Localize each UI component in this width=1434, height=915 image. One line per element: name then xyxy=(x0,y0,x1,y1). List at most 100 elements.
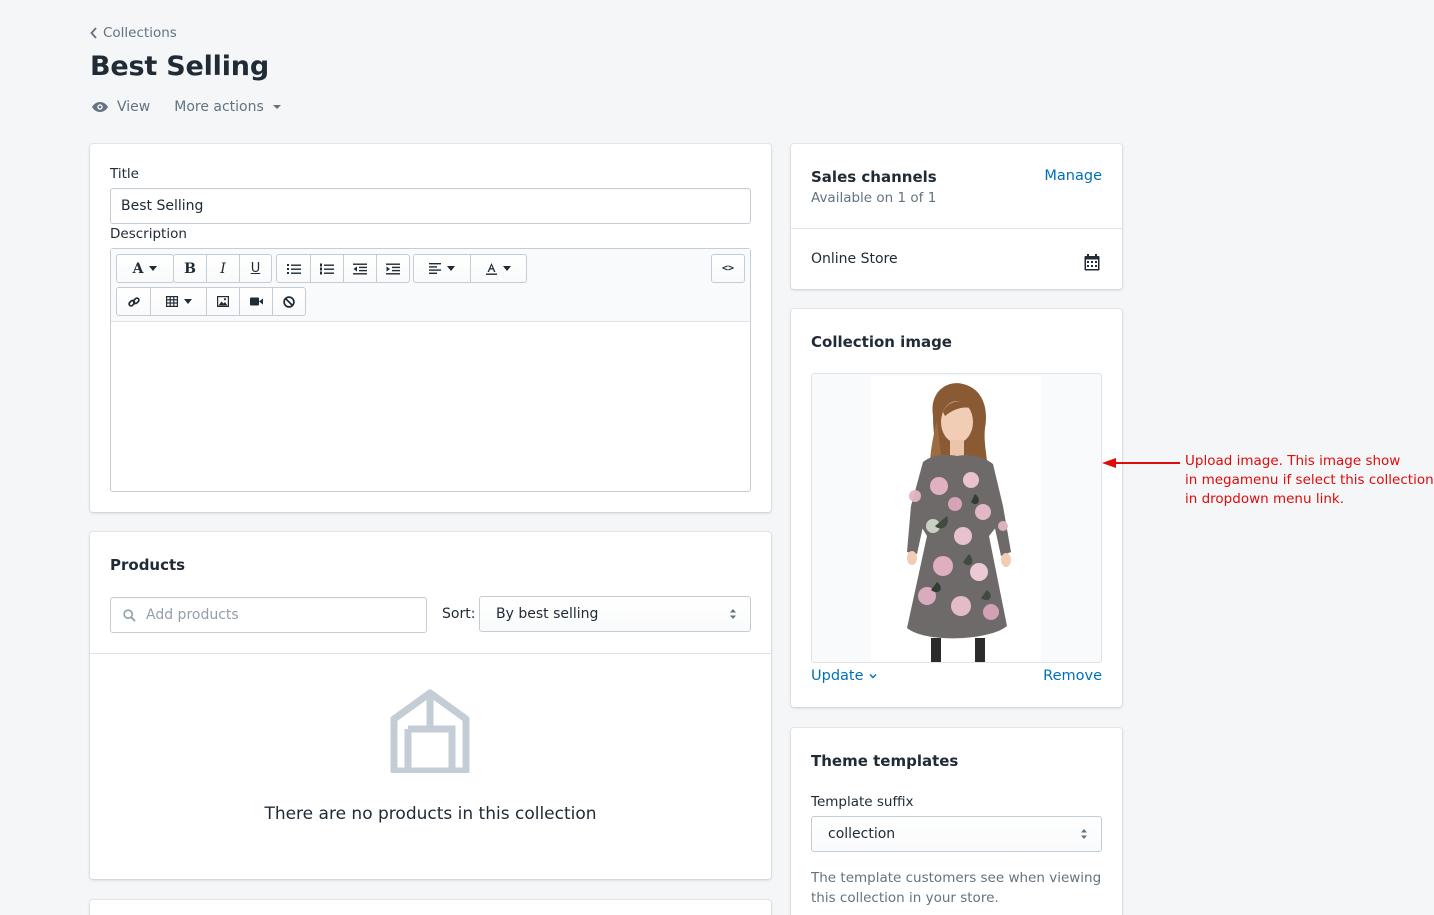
chevron-down-icon xyxy=(503,266,511,271)
insert-group xyxy=(116,287,306,316)
title-input[interactable]: Best Selling xyxy=(110,188,751,224)
indent-icon xyxy=(386,263,400,274)
bold-icon: B xyxy=(184,260,196,277)
channel-online-store: Online Store xyxy=(811,251,898,267)
chevron-down-icon xyxy=(447,266,455,271)
html-toggle-button[interactable]: <> xyxy=(712,255,744,282)
channels-availability: Available on 1 of 1 xyxy=(811,190,937,206)
template-suffix-label: Template suffix xyxy=(811,794,914,810)
theme-templates-card: Theme templates Template suffix collecti… xyxy=(791,728,1122,915)
view-button[interactable]: View xyxy=(91,99,150,115)
chevron-down-icon xyxy=(149,266,158,271)
manage-channels-link[interactable]: Manage xyxy=(1044,168,1102,184)
table-button[interactable] xyxy=(150,288,206,315)
font-group: A xyxy=(116,254,174,283)
caret-down-icon xyxy=(272,105,281,109)
theme-templates-heading: Theme templates xyxy=(811,752,959,770)
align-left-icon xyxy=(429,263,441,274)
text-color-button[interactable] xyxy=(470,255,526,282)
video-camera-icon xyxy=(249,297,263,306)
annotation-note: Upload image. This image show in megamen… xyxy=(1185,452,1434,509)
breadcrumb-label: Collections xyxy=(103,25,177,41)
template-help-text: The template customers see when viewing … xyxy=(811,870,1102,906)
title-description-card: Title Best Selling Description A B I U <… xyxy=(90,144,771,512)
more-actions-label: More actions xyxy=(174,99,264,115)
update-image-button[interactable]: Update xyxy=(811,668,877,684)
editor-toolbar: A B I U <> xyxy=(111,249,750,322)
list-group xyxy=(276,254,410,283)
collection-image-frame xyxy=(811,373,1102,663)
sort-select[interactable]: By best selling xyxy=(479,596,751,632)
clear-format-icon xyxy=(283,295,295,308)
italic-button[interactable]: I xyxy=(206,255,239,282)
clear-formatting-button[interactable] xyxy=(272,288,305,315)
collection-image-photo xyxy=(871,376,1041,662)
annotation-line-3: in dropdown menu link. xyxy=(1185,491,1344,507)
template-suffix-select[interactable]: collection xyxy=(811,816,1102,852)
link-button[interactable] xyxy=(117,288,150,315)
title-label: Title xyxy=(110,166,139,182)
collection-image-card: Collection image Update Remove xyxy=(791,309,1122,707)
sales-channels-heading: Sales channels xyxy=(811,168,937,186)
text-style-group: B I U xyxy=(173,254,272,283)
page-actions: View More actions xyxy=(91,99,282,115)
html-toggle-group: <> xyxy=(711,254,745,283)
product-tag-icon xyxy=(390,689,470,773)
bullet-list-icon xyxy=(286,263,301,274)
add-products-placeholder: Add products xyxy=(146,607,239,623)
update-image-label: Update xyxy=(811,668,864,684)
channels-divider xyxy=(791,228,1122,229)
page-title: Best Selling xyxy=(90,51,269,82)
insert-image-button[interactable] xyxy=(206,288,239,315)
select-arrows-icon xyxy=(1081,829,1087,839)
next-card xyxy=(90,900,771,915)
font-family-button[interactable]: A xyxy=(117,255,173,282)
annotation-line-2: in megamenu if select this collection xyxy=(1185,472,1434,488)
sales-channels-card: Sales channels Manage Available on 1 of … xyxy=(791,144,1122,289)
code-icon: <> xyxy=(721,263,735,274)
description-editor: A B I U <> xyxy=(110,248,751,492)
indent-button[interactable] xyxy=(376,255,409,282)
chevron-down-icon xyxy=(183,299,192,304)
annotation-line-1: Upload image. This image show xyxy=(1185,453,1401,469)
empty-products-message: There are no products in this collection xyxy=(264,804,597,824)
underline-button[interactable]: U xyxy=(239,255,271,282)
chevron-left-icon xyxy=(90,27,97,39)
remove-image-link[interactable]: Remove xyxy=(1043,668,1102,684)
link-icon xyxy=(127,296,140,307)
outdent-button[interactable] xyxy=(343,255,376,282)
collection-image-heading: Collection image xyxy=(811,333,952,351)
more-actions-button[interactable]: More actions xyxy=(174,99,282,115)
insert-video-button[interactable] xyxy=(239,288,272,315)
underline-icon: U xyxy=(250,261,261,276)
sort-label: Sort: xyxy=(442,606,476,622)
template-suffix-value: collection xyxy=(828,826,896,842)
bold-button[interactable]: B xyxy=(174,255,206,282)
align-color-group xyxy=(413,254,527,283)
products-card: Products Add products Sort: By best sell… xyxy=(90,532,771,879)
calendar-icon[interactable] xyxy=(1084,254,1100,271)
text-color-icon xyxy=(486,262,497,275)
search-icon xyxy=(123,608,136,622)
sort-select-value: By best selling xyxy=(496,606,599,622)
table-icon xyxy=(165,296,178,307)
font-icon: A xyxy=(132,260,144,277)
view-label: View xyxy=(117,99,151,115)
products-heading: Products xyxy=(110,556,186,574)
outdent-icon xyxy=(353,263,367,274)
bullet-list-button[interactable] xyxy=(277,255,310,282)
title-input-value: Best Selling xyxy=(121,198,204,214)
products-divider xyxy=(90,653,771,654)
numbered-list-button[interactable] xyxy=(310,255,343,282)
align-button[interactable] xyxy=(414,255,470,282)
description-label: Description xyxy=(110,226,187,242)
editor-content-area[interactable] xyxy=(111,322,750,491)
italic-icon: I xyxy=(220,260,226,277)
breadcrumb-back-link[interactable]: Collections xyxy=(88,25,177,41)
numbered-list-icon xyxy=(320,263,334,274)
eye-icon xyxy=(92,102,108,112)
image-icon xyxy=(217,296,229,307)
select-arrows-icon xyxy=(730,609,736,619)
add-products-search[interactable]: Add products xyxy=(110,597,427,633)
annotation-arrow xyxy=(1102,458,1180,468)
